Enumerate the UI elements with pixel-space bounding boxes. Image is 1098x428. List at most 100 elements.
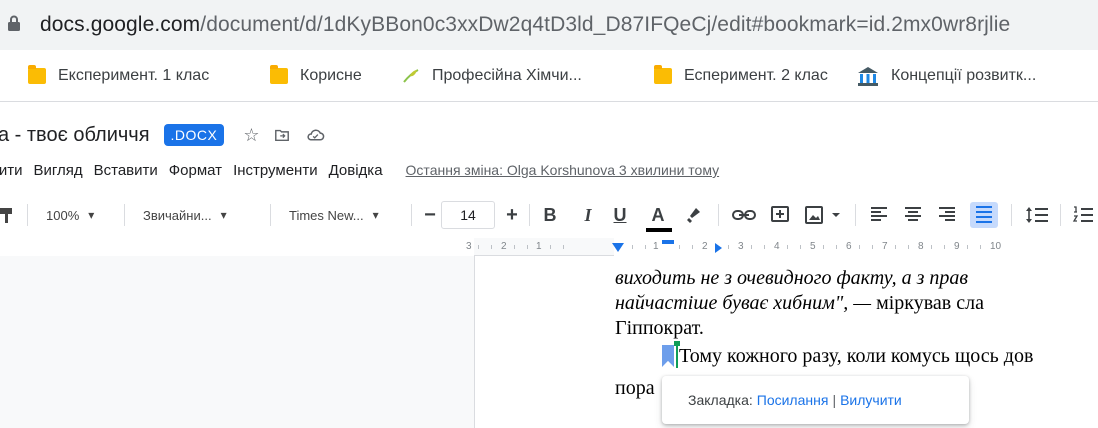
bookmark-useful[interactable]: Корисне: [270, 64, 362, 88]
ruler-text-area: [614, 238, 1098, 256]
doc-title-row: а - твоє обличчя .DOCX ☆: [0, 118, 325, 152]
font-select[interactable]: Times New...: [289, 202, 379, 228]
menu-tools[interactable]: Інструменти: [233, 162, 318, 179]
insert-image-icon[interactable]: [804, 202, 842, 228]
doc-line-3[interactable]: Гіппократ.: [615, 316, 704, 341]
ruler-number: 8: [918, 241, 924, 252]
tab-stop-icon[interactable]: [715, 243, 722, 253]
ruler-tick: [679, 245, 680, 249]
lock-icon[interactable]: [8, 15, 20, 31]
highlight-icon[interactable]: [681, 202, 705, 228]
zoom-select[interactable]: 100%: [46, 202, 94, 228]
toolbar-divider: [270, 204, 271, 226]
toolbar-divider: [27, 204, 28, 226]
bookmark-label: Експеримент. 1 клас: [58, 67, 210, 84]
ruler-tick: [514, 245, 515, 249]
ruler-tick: [980, 245, 981, 249]
numbered-list-icon[interactable]: [1072, 202, 1094, 228]
toolbar-divider: [124, 204, 125, 226]
toolbar-divider: [1011, 204, 1012, 226]
first-line-indent-marker[interactable]: [662, 240, 674, 244]
bold-button[interactable]: B: [540, 202, 560, 228]
toolbar-divider: [411, 204, 412, 226]
ruler-tick: [967, 245, 968, 249]
ruler-tick: [692, 245, 693, 249]
menu-view[interactable]: Вигляд: [33, 162, 82, 179]
ruler-number: 2: [702, 241, 708, 252]
ruler[interactable]: 3 2 1 1 2 3 4 5 6 7 8 9 10: [466, 238, 1098, 256]
left-indent-marker-icon[interactable]: [612, 243, 624, 252]
menu-bar: чити Вигляд Вставити Формат Інструменти …: [0, 157, 719, 183]
font-value: Times New...: [289, 207, 364, 223]
add-comment-icon[interactable]: [769, 202, 791, 228]
menu-edit[interactable]: чити: [0, 162, 22, 179]
align-center-icon[interactable]: [902, 202, 924, 228]
link-icon[interactable]: [731, 202, 757, 228]
ruler-number: 4: [774, 241, 780, 252]
ruler-number: 9: [954, 241, 960, 252]
last-edit-link[interactable]: Остання зміна: Olga Korshunova 3 хвилини…: [406, 162, 720, 178]
ruler-number: 5: [810, 241, 816, 252]
move-folder-icon[interactable]: [274, 127, 290, 143]
bookmark-concepts[interactable]: Концепції розвитк...: [857, 64, 1036, 88]
bookmark-popup-label: Закладка:: [688, 392, 753, 408]
url-text[interactable]: docs.google.com/document/d/1dKyBBon0c3xx…: [40, 10, 1010, 40]
address-bar[interactable]: docs.google.com/document/d/1dKyBBon0c3xx…: [0, 0, 1098, 50]
decrease-size-button[interactable]: −: [420, 202, 440, 228]
ruler-tick: [836, 245, 837, 249]
align-right-icon[interactable]: [936, 202, 958, 228]
underline-button[interactable]: U: [610, 202, 630, 228]
ruler-tick: [931, 245, 932, 249]
ruler-gutter: [0, 238, 474, 256]
line-spacing-icon[interactable]: [1024, 202, 1050, 228]
ruler-tick: [823, 245, 824, 249]
style-value: Звичайни...: [143, 207, 212, 223]
ruler-tick: [563, 245, 564, 249]
bookmark-label: Концепції розвитк...: [891, 67, 1037, 84]
ruler-number: 2: [501, 241, 507, 252]
bookmark-label: Есперимент. 2 клас: [684, 67, 828, 84]
toolbar: 100% Звичайни... Times New... − 14 + B I…: [0, 194, 1098, 236]
doc-line-5[interactable]: пора: [615, 376, 655, 401]
bookmark-remove-button[interactable]: Вилучити: [840, 392, 902, 408]
italic-button[interactable]: I: [578, 202, 598, 228]
ruler-number: 10: [990, 241, 1002, 252]
folder-icon: [28, 65, 46, 84]
ruler-number: 7: [882, 241, 888, 252]
star-icon[interactable]: ☆: [242, 125, 260, 145]
increase-size-button[interactable]: +: [502, 202, 522, 228]
ruler-tick: [872, 245, 873, 249]
menu-insert[interactable]: Вставити: [94, 162, 158, 179]
menu-help[interactable]: Довідка: [329, 162, 383, 179]
doc-line-1[interactable]: виходить не з очевидного факту, а з прав: [615, 266, 968, 291]
ruler-tick: [908, 245, 909, 249]
ruler-tick: [550, 245, 551, 249]
doc-line-2[interactable]: найчастіше буває хибним", — міркував сла: [615, 291, 984, 316]
url-path: /document/d/1dKyBBon0c3xxDw2q4tD3ld_D87I…: [200, 13, 1011, 36]
ruler-tick: [800, 245, 801, 249]
ruler-tick: [478, 245, 479, 249]
bookmarks-bar: Експеримент. 1 клас Корисне Професійна Х…: [0, 50, 1098, 102]
toolbar-divider: [1060, 204, 1061, 226]
doc-line-4[interactable]: Тому кожного разу, коли комусь щось дов: [679, 344, 1033, 369]
url-domain: docs.google.com: [40, 13, 201, 36]
ruler-number: 1: [536, 241, 542, 252]
menu-format[interactable]: Формат: [169, 162, 222, 179]
align-left-icon[interactable]: [868, 202, 890, 228]
text-color-button[interactable]: A: [648, 202, 668, 228]
bookmark-link-button[interactable]: Посилання: [757, 392, 829, 408]
justify-icon[interactable]: [970, 202, 998, 228]
cloud-status-icon[interactable]: [306, 127, 325, 143]
leaf-icon: [403, 69, 419, 83]
paint-format-icon[interactable]: [0, 202, 14, 228]
bookmark-professional[interactable]: Професійна Хімчи...: [402, 64, 582, 88]
doc-title[interactable]: а - твоє обличчя: [0, 124, 150, 147]
ruler-number: 3: [738, 241, 744, 252]
ruler-tick: [787, 245, 788, 249]
folder-icon: [270, 65, 288, 84]
bookmark-experiment-2[interactable]: Есперимент. 2 клас: [654, 64, 828, 88]
font-size-input[interactable]: 14: [441, 201, 495, 229]
docx-badge: .DOCX: [163, 124, 225, 146]
bookmark-experiment-1[interactable]: Експеримент. 1 клас: [28, 64, 209, 88]
style-select[interactable]: Звичайни...: [143, 202, 227, 228]
